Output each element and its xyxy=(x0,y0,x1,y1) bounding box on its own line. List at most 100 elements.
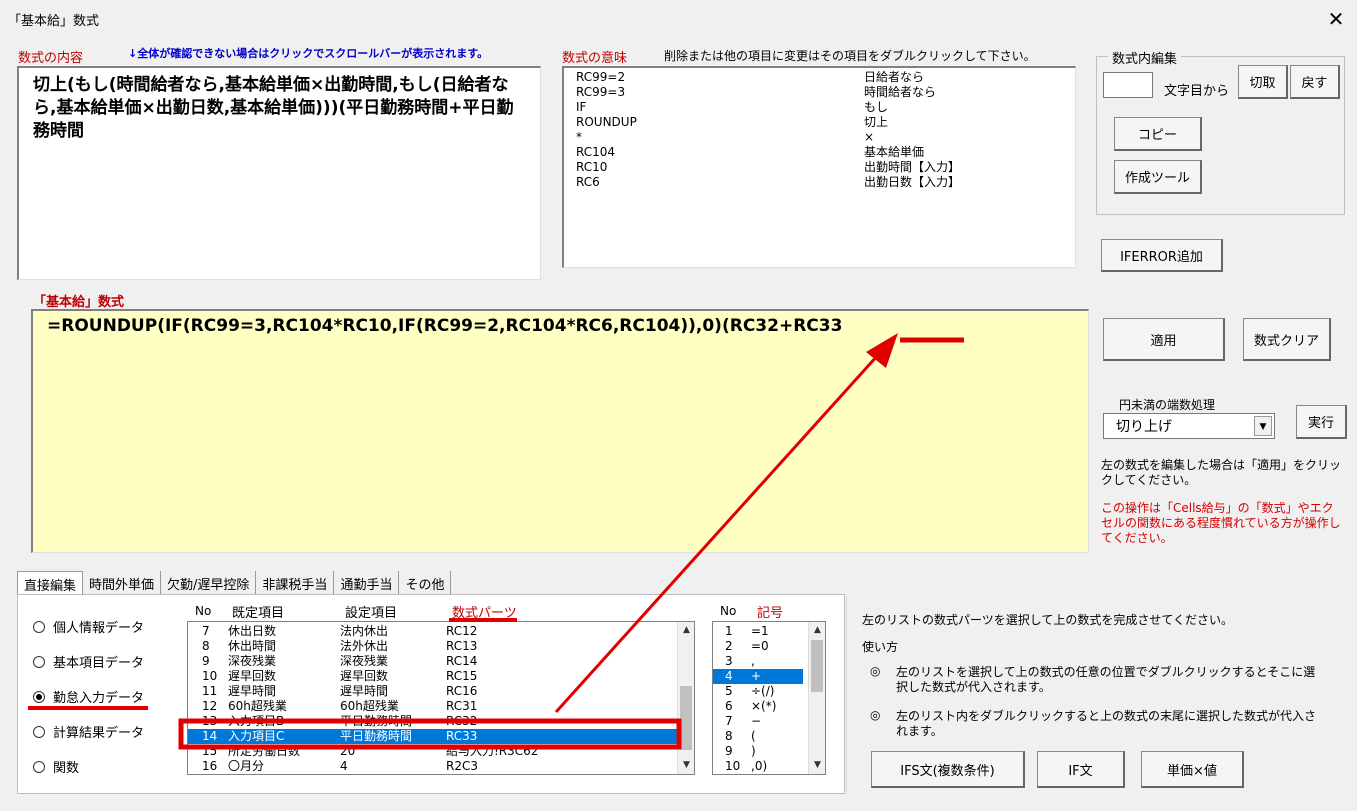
cell-no: 1 xyxy=(725,624,733,638)
radio-label: 計算結果データ xyxy=(53,726,145,741)
radio-button-icon[interactable] xyxy=(33,760,45,773)
table-row[interactable]: 9 深夜残業 深夜残業 RC14 xyxy=(188,654,694,669)
radio-label: 関数 xyxy=(53,761,80,776)
table-row[interactable]: 14 入力項目C 平日勤務時間 RC33 xyxy=(188,729,694,744)
list-item[interactable]: 7− xyxy=(713,714,803,729)
cell-symbol: , xyxy=(751,654,755,668)
meaning-row[interactable]: RC6 出勤日数【入力】 xyxy=(576,175,1063,190)
bullet-icon: ◎ xyxy=(870,664,881,678)
radio-button-icon[interactable] xyxy=(33,655,45,668)
apply-button[interactable]: 適用 xyxy=(1103,318,1225,361)
unit-times-value-button[interactable]: 単価×値 xyxy=(1141,751,1244,788)
cell-default: 〇月分 xyxy=(228,759,265,773)
warning-text: この操作は「Cells給与」の「数式」やエクセルの関数にある程度慣れている方が操… xyxy=(1101,501,1341,545)
table-row[interactable]: 8 休出時間 法外休出 RC13 xyxy=(188,639,694,654)
scroll-thumb[interactable] xyxy=(680,686,692,750)
meaning-note: 削除または他の項目に変更はその項目をダブルクリックして下さい。 xyxy=(664,49,1036,63)
radio-option[interactable]: 関数 xyxy=(33,757,79,776)
scroll-up-icon[interactable]: ▲ xyxy=(678,622,694,639)
meaning-row[interactable]: RC99=3 時間給者なら xyxy=(576,85,1063,100)
scroll-down-icon[interactable]: ▼ xyxy=(809,757,825,774)
tab-2[interactable]: 欠勤/遅早控除 xyxy=(161,571,257,595)
formula-clear-button[interactable]: 数式クリア xyxy=(1243,318,1331,361)
cell-no: 14 xyxy=(202,729,218,743)
chevron-down-icon[interactable]: ▼ xyxy=(1254,416,1272,436)
cell-no: 9 xyxy=(725,744,733,758)
cell-symbol: + xyxy=(751,669,762,683)
creation-tool-button[interactable]: 作成ツール xyxy=(1114,160,1202,194)
rounding-select[interactable]: 切り上げ ▼ xyxy=(1103,413,1275,439)
formula-input[interactable]: =ROUNDUP(IF(RC99=3,RC104*RC10,IF(RC99=2,… xyxy=(31,309,1089,553)
list-item[interactable]: 6 ×(*) xyxy=(713,699,803,714)
cell-default: 入力項目C xyxy=(228,729,285,743)
cut-button[interactable]: 切取 xyxy=(1238,65,1288,99)
table-row[interactable]: 7 休出日数 法内休出 RC12 xyxy=(188,624,694,639)
meaning-row[interactable]: ROUNDUP 切上 xyxy=(576,115,1063,130)
scroll-up-icon[interactable]: ▲ xyxy=(809,622,825,639)
close-icon[interactable]: ✕ xyxy=(1322,5,1350,33)
symbol-scrollbar[interactable]: ▲ ▼ xyxy=(808,622,825,774)
tab-3[interactable]: 非課税手当 xyxy=(256,571,335,595)
meaning-row[interactable]: * × xyxy=(576,130,1063,145)
cell-default: 遅早回数 xyxy=(228,669,277,683)
undo-button[interactable]: 戻す xyxy=(1290,65,1340,99)
copy-button[interactable]: コピー xyxy=(1114,117,1202,151)
table-row[interactable]: 16 〇月分 4 R2C3 xyxy=(188,759,694,774)
meaning-text: 出勤時間【入力】 xyxy=(864,160,961,174)
tab-1[interactable]: 時間外単価 xyxy=(83,571,162,595)
window-title: 「基本給」数式 xyxy=(8,14,100,29)
radio-option[interactable]: 個人情報データ xyxy=(33,617,144,636)
meaning-row[interactable]: IF もし xyxy=(576,100,1063,115)
formula-content-box[interactable]: 切上(もし(時間給者なら,基本給単価×出勤時間,もし(日給者なら,基本給単価×出… xyxy=(17,66,541,280)
table-row[interactable]: 15 所定労働日数 20 給与入力!R3C62 xyxy=(188,744,694,759)
meaning-label: 数式の意味 xyxy=(562,51,628,66)
radio-option[interactable]: 計算結果データ xyxy=(33,722,144,741)
table-row[interactable]: 11 遅早時間 遅早時間 RC16 xyxy=(188,684,694,699)
list-item[interactable]: 8( xyxy=(713,729,803,744)
symbol-list[interactable]: 1 =1 2 =0 3, 4 +5 ÷(/) 6 ×(*) 7−8(9) 10,0) ▲ ▼ xyxy=(712,621,826,775)
meaning-row[interactable]: RC99=2 日給者なら xyxy=(576,70,1063,85)
ifs-button[interactable]: IFS文(複数条件) xyxy=(871,751,1025,788)
meaning-list[interactable]: RC99=2 日給者なら RC99=3 時間給者なら IF もし ROUNDUP 切上 * × RC… xyxy=(562,66,1076,268)
iferror-add-button[interactable]: IFERROR追加 xyxy=(1101,239,1223,272)
meaning-row[interactable]: RC10 出勤時間【入力】 xyxy=(576,160,1063,175)
parts-scrollbar[interactable]: ▲ ▼ xyxy=(677,622,694,774)
meaning-code: RC10 xyxy=(576,160,608,174)
bullet-icon: ◎ xyxy=(870,708,881,722)
list-item[interactable]: 9) xyxy=(713,744,803,759)
radio-button-icon[interactable] xyxy=(33,620,45,633)
tab-0[interactable]: 直接編集 xyxy=(17,571,84,595)
if-button[interactable]: IF文 xyxy=(1037,751,1125,788)
meaning-row[interactable]: RC104 基本給単価 xyxy=(576,145,1063,160)
cell-part: RC31 xyxy=(446,699,478,713)
list-item[interactable]: 5 ÷(/) xyxy=(713,684,803,699)
list-item[interactable]: 3, xyxy=(713,654,803,669)
meaning-code: ROUNDUP xyxy=(576,115,637,129)
cell-setting: 深夜残業 xyxy=(340,654,389,668)
scroll-thumb[interactable] xyxy=(811,640,823,692)
parts-header-parts: 数式パーツ xyxy=(452,606,517,621)
table-row[interactable]: 12 60h超残業 60h超残業 RC31 xyxy=(188,699,694,714)
parts-list[interactable]: 7 休出日数 法内休出 RC12 8 休出時間 法外休出 RC13 9 深夜残業 深夜残業 RC14 1… xyxy=(187,621,695,775)
list-item[interactable]: 4 + xyxy=(713,669,803,684)
cell-part: RC12 xyxy=(446,624,478,638)
list-item[interactable]: 10 ,0) xyxy=(713,759,803,774)
radio-option[interactable]: 基本項目データ xyxy=(33,652,144,671)
parts-header-no: No xyxy=(195,604,212,618)
cell-no: 11 xyxy=(202,684,218,698)
position-input[interactable] xyxy=(1103,72,1153,98)
run-button[interactable]: 実行 xyxy=(1296,405,1347,439)
radio-option[interactable]: 勤怠入力データ xyxy=(33,687,144,706)
scroll-down-icon[interactable]: ▼ xyxy=(678,757,694,774)
table-row[interactable]: 13 入力項目B 平日勤務時間 RC32 xyxy=(188,714,694,729)
tab-5[interactable]: その他 xyxy=(399,571,452,595)
radio-button-icon[interactable] xyxy=(33,690,45,703)
cell-setting: 4 xyxy=(340,759,348,773)
radio-button-icon[interactable] xyxy=(33,725,45,738)
cell-symbol: − xyxy=(751,714,762,728)
table-row[interactable]: 10 遅早回数 遅早回数 RC15 xyxy=(188,669,694,684)
tab-4[interactable]: 通勤手当 xyxy=(334,571,400,595)
cell-setting: 遅早時間 xyxy=(340,684,389,698)
list-item[interactable]: 2 =0 xyxy=(713,639,803,654)
list-item[interactable]: 1 =1 xyxy=(713,624,803,639)
